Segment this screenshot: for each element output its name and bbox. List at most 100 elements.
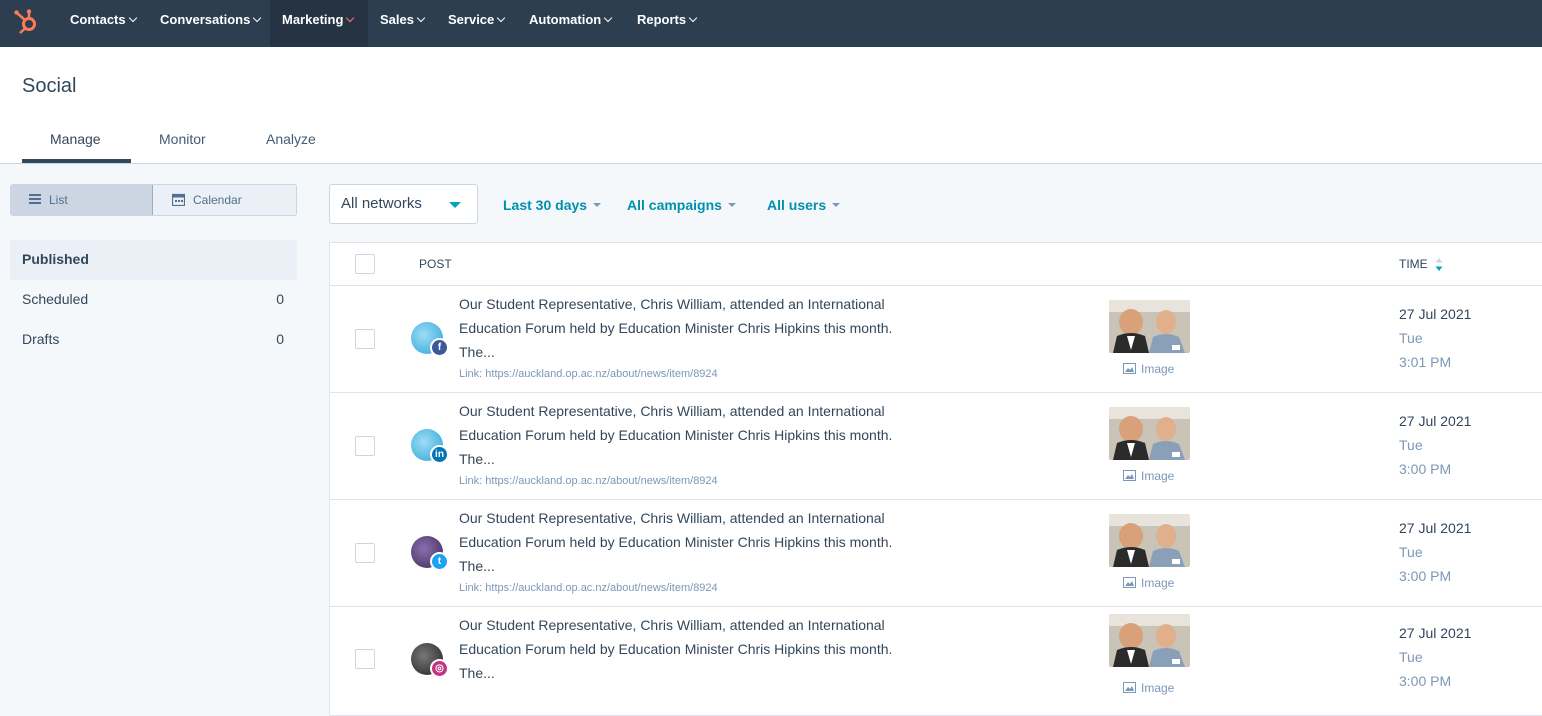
row-checkbox[interactable]	[355, 649, 375, 669]
post-day: Tue	[1399, 544, 1423, 560]
users-label: All users	[767, 197, 827, 213]
chevron-down-icon	[688, 13, 698, 23]
media-type-label: Image	[1123, 469, 1174, 483]
sort-icon[interactable]	[1435, 257, 1443, 272]
dropdown-caret-icon	[449, 202, 461, 208]
nav-conversations[interactable]: Conversations	[148, 0, 272, 47]
calendar-view-button[interactable]: Calendar	[154, 185, 296, 215]
table-row[interactable]: f Our Student Representative, Chris Willi…	[330, 286, 1542, 393]
date-range-filter[interactable]: Last 30 days	[503, 197, 602, 213]
sidebar-item-scheduled[interactable]: Scheduled 0	[10, 280, 297, 320]
post-image-thumbnail[interactable]	[1109, 300, 1190, 353]
media-type-text: Image	[1141, 576, 1175, 590]
media-type-text: Image	[1141, 681, 1175, 695]
calendar-icon	[172, 193, 185, 206]
post-link[interactable]: Link: https://auckland.op.ac.nz/about/ne…	[459, 368, 718, 380]
sidebar-item-count: 0	[276, 291, 284, 307]
row-checkbox[interactable]	[355, 329, 375, 349]
table-header: POST TIME	[330, 243, 1542, 286]
tab-analyze[interactable]: Analyze	[266, 131, 316, 147]
campaigns-filter[interactable]: All campaigns	[627, 197, 736, 213]
post-date: 27 Jul 2021	[1399, 625, 1472, 641]
tab-manage[interactable]: Manage	[50, 131, 101, 147]
nav-label: Conversations	[160, 12, 251, 27]
post-text[interactable]: Our Student Representative, Chris Willia…	[459, 506, 929, 578]
sidebar-item-label: Scheduled	[22, 291, 89, 307]
image-icon	[1123, 682, 1136, 694]
row-checkbox[interactable]	[355, 436, 375, 456]
chevron-down-icon	[253, 13, 262, 23]
facebook-icon: f	[430, 338, 449, 357]
sidebar-item-published[interactable]: Published	[10, 240, 297, 280]
nav-service[interactable]: Service	[436, 0, 516, 47]
chevron-down-icon	[346, 13, 355, 23]
network-select[interactable]: All networks	[329, 184, 478, 224]
post-image-thumbnail[interactable]	[1109, 407, 1190, 460]
post-text[interactable]: Our Student Representative, Chris Willia…	[459, 292, 929, 364]
nav-label: Reports	[637, 12, 687, 27]
date-range-label: Last 30 days	[503, 197, 588, 213]
post-text[interactable]: Our Student Representative, Chris Willia…	[459, 399, 929, 471]
nav-label: Automation	[529, 12, 602, 27]
list-label: List	[49, 193, 68, 207]
image-icon	[1123, 470, 1136, 482]
tab-monitor[interactable]: Monitor	[159, 131, 206, 147]
post-time: 3:01 PM	[1399, 354, 1452, 370]
nav-label: Marketing	[282, 12, 344, 27]
hubspot-logo-icon[interactable]	[12, 7, 42, 37]
sidebar-item-label: Published	[22, 251, 89, 267]
media-type-text: Image	[1141, 469, 1175, 483]
post-date: 27 Jul 2021	[1399, 306, 1472, 322]
chevron-down-icon	[497, 13, 506, 23]
sidebar-item-drafts[interactable]: Drafts 0	[10, 320, 297, 360]
post-day: Tue	[1399, 649, 1423, 665]
calendar-label: Calendar	[193, 193, 242, 207]
table-row[interactable]: t Our Student Representative, Chris Willi…	[330, 500, 1542, 607]
network-select-value: All networks	[341, 195, 422, 212]
time-column-header[interactable]: TIME	[1399, 257, 1428, 271]
nav-label: Contacts	[70, 12, 126, 27]
list-view-button[interactable]: List	[11, 185, 153, 215]
instagram-icon: ◎	[430, 659, 449, 678]
sidebar-item-count: 0	[276, 331, 284, 347]
posts-table: POST TIME f Our Student Representative, C…	[329, 242, 1542, 716]
view-toggle: List Calendar	[10, 184, 297, 216]
post-image-thumbnail[interactable]	[1109, 514, 1190, 567]
top-navigation: Contacts Conversations Marketing Sales S…	[0, 0, 1542, 47]
caret-down-icon	[727, 203, 736, 208]
chevron-down-icon	[128, 13, 137, 23]
nav-label: Sales	[380, 12, 414, 27]
nav-label: Service	[448, 12, 495, 27]
nav-sales[interactable]: Sales	[368, 0, 436, 47]
post-time: 3:00 PM	[1399, 568, 1452, 584]
table-row[interactable]: ◎ Our Student Representative, Chris Willi…	[330, 607, 1542, 716]
row-checkbox[interactable]	[355, 543, 375, 563]
twitter-icon: t	[430, 552, 449, 571]
post-link[interactable]: Link: https://auckland.op.ac.nz/about/ne…	[459, 582, 718, 594]
post-time: 3:00 PM	[1399, 673, 1452, 689]
post-text[interactable]: Our Student Representative, Chris Willia…	[459, 613, 929, 685]
nav-reports[interactable]: Reports	[625, 0, 708, 47]
post-image-thumbnail[interactable]	[1109, 614, 1190, 667]
post-link[interactable]: Link: https://auckland.op.ac.nz/about/ne…	[459, 475, 718, 487]
post-day: Tue	[1399, 330, 1423, 346]
nav-marketing[interactable]: Marketing	[270, 0, 368, 47]
media-type-label: Image	[1123, 362, 1174, 376]
post-date: 27 Jul 2021	[1399, 520, 1472, 536]
post-day: Tue	[1399, 437, 1423, 453]
image-icon	[1123, 363, 1136, 375]
users-filter[interactable]: All users	[767, 197, 841, 213]
table-row[interactable]: in Our Student Representative, Chris Will…	[330, 393, 1542, 500]
post-column-header[interactable]: POST	[419, 257, 452, 271]
chevron-down-icon	[416, 13, 426, 23]
image-icon	[1123, 577, 1136, 589]
campaigns-label: All campaigns	[627, 197, 722, 213]
active-tab-indicator	[22, 159, 131, 163]
media-type-label: Image	[1123, 576, 1174, 590]
post-date: 27 Jul 2021	[1399, 413, 1472, 429]
media-type-text: Image	[1141, 362, 1175, 376]
linkedin-icon: in	[430, 445, 449, 464]
nav-automation[interactable]: Automation	[517, 0, 623, 47]
select-all-checkbox[interactable]	[355, 254, 375, 274]
nav-contacts[interactable]: Contacts	[58, 0, 148, 47]
